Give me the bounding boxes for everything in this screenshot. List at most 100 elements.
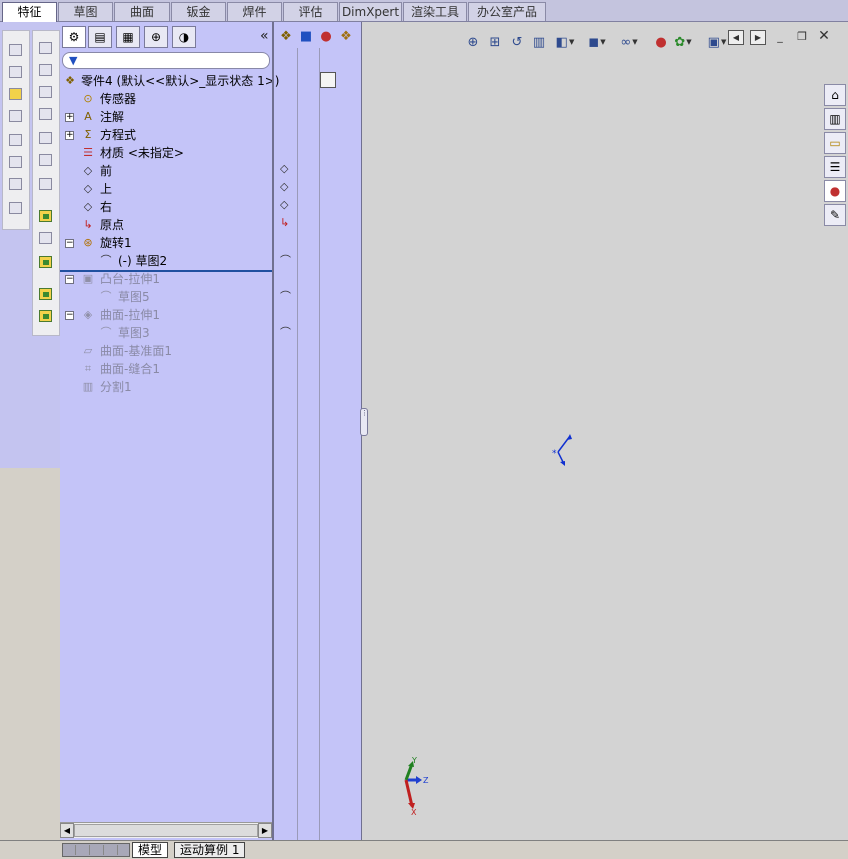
- linear-pattern-icon[interactable]: [36, 285, 56, 303]
- solidworks-resources-icon[interactable]: ⌂: [824, 84, 846, 106]
- tab-model[interactable]: 模型: [132, 842, 169, 858]
- hide-show-icon[interactable]: ❖: [276, 26, 296, 46]
- expand-icon[interactable]: +: [65, 113, 74, 122]
- zoom-to-fit-icon[interactable]: ⊕: [462, 32, 484, 52]
- previous-window-icon[interactable]: ◀: [728, 30, 744, 45]
- hide-show-items-icon[interactable]: ∞ ▼: [618, 32, 640, 52]
- tab-sketch[interactable]: 草图: [58, 2, 113, 21]
- minimize-icon[interactable]: _: [772, 30, 788, 45]
- tree-node[interactable]: ▥ 分割1: [60, 378, 272, 396]
- scroll-thumb[interactable]: [74, 824, 258, 837]
- custom-properties-icon[interactable]: ✎: [824, 204, 846, 226]
- apply-scene-icon[interactable]: ✿ ▼: [672, 32, 694, 52]
- transparency-icon[interactable]: ❖: [336, 26, 356, 46]
- zoom-to-area-icon[interactable]: ⊞: [484, 32, 506, 52]
- plane-display-icon[interactable]: ◇: [280, 162, 296, 178]
- display-manager-tab-icon[interactable]: ◑: [172, 26, 196, 48]
- fillet-icon[interactable]: [36, 39, 56, 57]
- tree-node[interactable]: ⌒ 草图5: [60, 288, 272, 306]
- tree-node[interactable]: − ◈ 曲面-拉伸1: [60, 306, 272, 324]
- previous-view-icon[interactable]: ↺: [506, 32, 528, 52]
- loft-icon[interactable]: [6, 107, 26, 125]
- origin-display-icon[interactable]: ↳: [280, 216, 296, 232]
- configuration-manager-tab-icon[interactable]: ▦: [116, 26, 140, 48]
- appearances-scenes-icon[interactable]: ●: [824, 180, 846, 202]
- tab-weldments[interactable]: 焊件: [227, 2, 282, 21]
- collapse-panel-icon[interactable]: «: [260, 28, 269, 44]
- sweep-icon[interactable]: [6, 85, 26, 103]
- rib-icon[interactable]: [36, 105, 56, 123]
- shell-icon[interactable]: [36, 83, 56, 101]
- file-explorer-icon[interactable]: ▭: [824, 132, 846, 154]
- display-mode-icon[interactable]: ■: [296, 26, 316, 46]
- tree-node[interactable]: ◇ 上: [60, 180, 272, 198]
- cut-revolve-icon[interactable]: [6, 175, 26, 193]
- tab-features[interactable]: 特征: [2, 2, 57, 22]
- tree-node[interactable]: − ⊛ 旋转1: [60, 234, 272, 252]
- view-orientation-icon[interactable]: ◧ ▼: [554, 32, 576, 52]
- expand-icon[interactable]: +: [65, 131, 74, 140]
- next-window-icon[interactable]: ▶: [750, 30, 766, 45]
- dome-icon[interactable]: [36, 175, 56, 193]
- tree-node[interactable]: − ▣ 凸台-拉伸1: [60, 270, 272, 288]
- chamfer-icon[interactable]: [36, 61, 56, 79]
- tab-office-products[interactable]: 办公室产品: [468, 2, 546, 21]
- curves-icon[interactable]: [36, 253, 56, 271]
- tree-node[interactable]: ⊙ 传感器: [60, 90, 272, 108]
- appearance-swatch[interactable]: [320, 72, 336, 88]
- tree-horizontal-scrollbar[interactable]: ◀ ▶: [60, 822, 272, 838]
- sketch-display-icon[interactable]: ⌒: [280, 252, 296, 268]
- rollback-bar[interactable]: [60, 270, 272, 272]
- appearance-icon[interactable]: ●: [316, 26, 336, 46]
- edit-appearance-icon[interactable]: ●: [650, 32, 672, 52]
- display-style-icon[interactable]: ◼ ▼: [586, 32, 608, 52]
- graphics-area[interactable]: ⊕ ⊞ ↺ ▥ ◧ ▼ ◼ ▼ ∞ ▼ ● ✿ ▼ ▣ ▼ ◀ ▶ _ ❐ ✕ ⌂ ▥ ▭…: [362, 22, 848, 840]
- draft-icon[interactable]: [36, 129, 56, 147]
- tab-dimxpert[interactable]: DimXpert: [339, 2, 402, 21]
- panel-splitter-handle[interactable]: ⋮: [360, 408, 368, 436]
- instant3d-icon[interactable]: [36, 207, 56, 225]
- collapse-icon[interactable]: −: [65, 275, 74, 284]
- property-manager-tab-icon[interactable]: ▤: [88, 26, 112, 48]
- extrude-boss-icon[interactable]: [6, 41, 26, 59]
- cut-extrude-icon[interactable]: [6, 153, 26, 171]
- restore-icon[interactable]: ❐: [794, 30, 810, 45]
- tree-node[interactable]: ◇ 右: [60, 198, 272, 216]
- section-view-icon[interactable]: ▥: [528, 32, 550, 52]
- scroll-right-icon[interactable]: ▶: [258, 823, 272, 838]
- tree-node[interactable]: ⌒ 草图3: [60, 324, 272, 342]
- tab-scroll-buttons[interactable]: [62, 843, 130, 857]
- collapse-icon[interactable]: −: [65, 311, 74, 320]
- tree-node[interactable]: ⌗ 曲面-缝合1: [60, 360, 272, 378]
- tree-node[interactable]: ◇ 前: [60, 162, 272, 180]
- tree-node[interactable]: ☰ 材质 <未指定>: [60, 144, 272, 162]
- feature-manager-tab-icon[interactable]: ⚙: [62, 26, 86, 48]
- tree-node[interactable]: ▱ 曲面-基准面1: [60, 342, 272, 360]
- tree-node[interactable]: ⌒ (-) 草图2: [60, 252, 272, 270]
- tab-render-tools[interactable]: 渲染工具: [403, 2, 467, 21]
- tab-surfaces[interactable]: 曲面: [114, 2, 170, 21]
- dimxpert-manager-tab-icon[interactable]: ⊕: [144, 26, 168, 48]
- tree-node[interactable]: + Σ 方程式: [60, 126, 272, 144]
- revolve-boss-icon[interactable]: [6, 63, 26, 81]
- mirror-icon[interactable]: [36, 307, 56, 325]
- sketch-display-icon[interactable]: ⌒: [280, 288, 296, 304]
- tab-sheet-metal[interactable]: 钣金: [171, 2, 226, 21]
- view-palette-icon[interactable]: ☰: [824, 156, 846, 178]
- tree-node[interactable]: + A 注解: [60, 108, 272, 126]
- scroll-left-icon[interactable]: ◀: [60, 823, 74, 838]
- close-icon[interactable]: ✕: [816, 29, 832, 45]
- tree-node[interactable]: ↳ 原点: [60, 216, 272, 234]
- hole-wizard-icon[interactable]: [6, 199, 26, 217]
- plane-display-icon[interactable]: ◇: [280, 198, 296, 214]
- tab-motion-study-1[interactable]: 运动算例 1: [174, 842, 246, 858]
- design-library-icon[interactable]: ▥: [824, 108, 846, 130]
- tab-evaluate[interactable]: 评估: [283, 2, 338, 21]
- wrap-icon[interactable]: [36, 151, 56, 169]
- plane-display-icon[interactable]: ◇: [280, 180, 296, 196]
- reference-geometry-icon[interactable]: [36, 229, 56, 247]
- tree-filter-input[interactable]: ▼: [62, 52, 270, 69]
- sketch-display-icon[interactable]: ⌒: [280, 324, 296, 340]
- collapse-icon[interactable]: −: [65, 239, 74, 248]
- boundary-boss-icon[interactable]: [6, 131, 26, 149]
